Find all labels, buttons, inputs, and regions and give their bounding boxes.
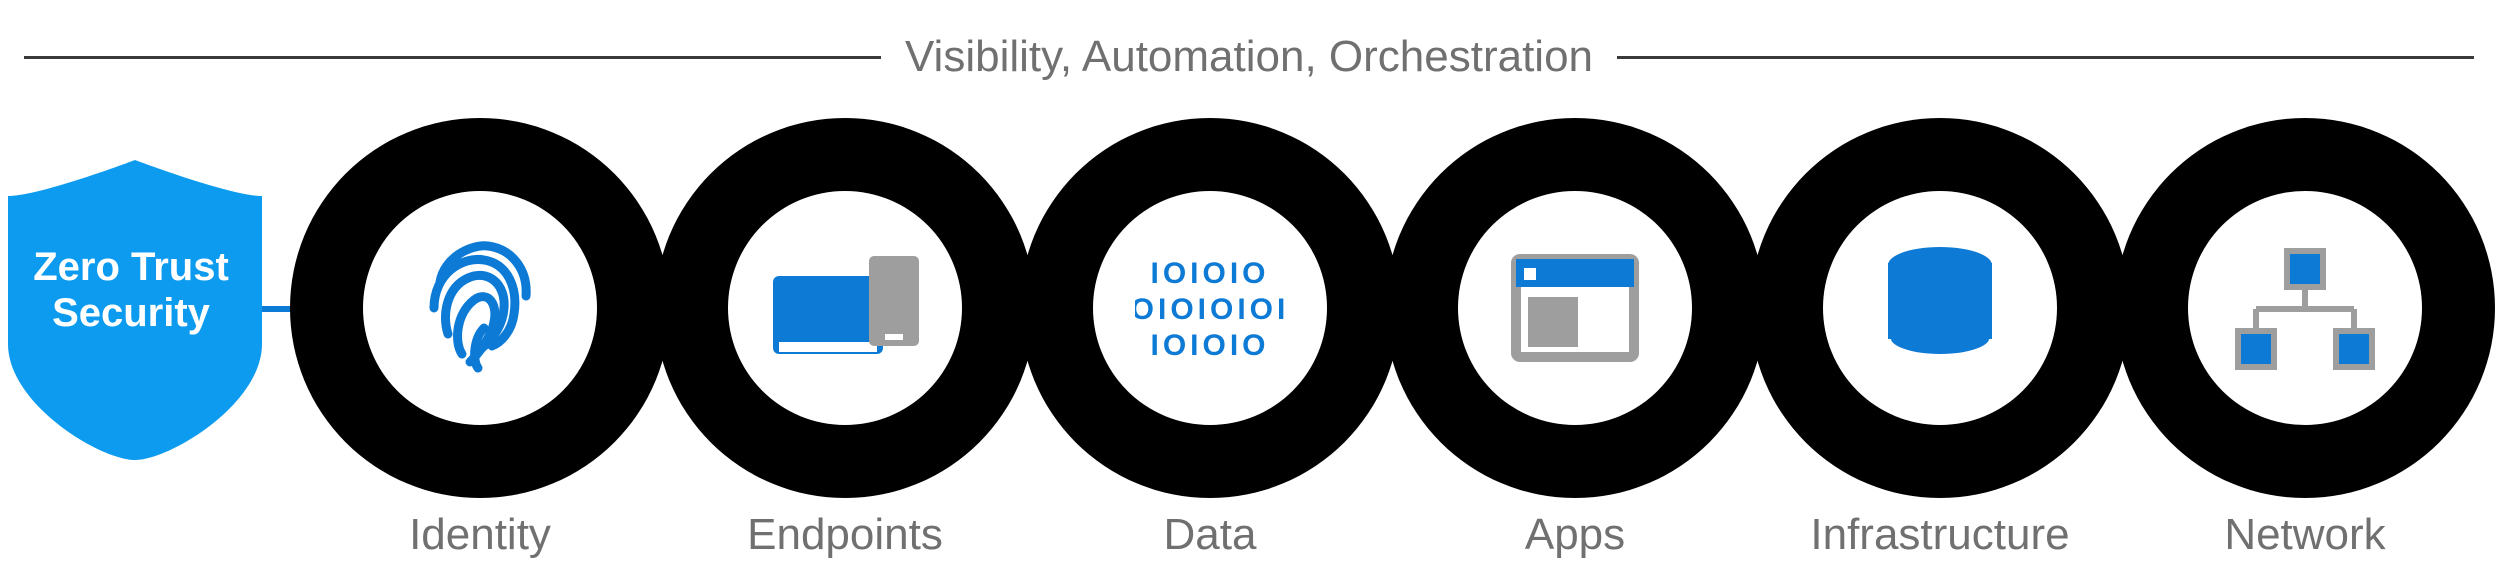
- pillar-identity: [290, 118, 670, 498]
- pillar-identity-inner: [363, 191, 597, 425]
- pillar-data-inner: IOIOIO OIOIOIOI IOIOIO: [1093, 191, 1327, 425]
- pillar-apps-inner: [1458, 191, 1692, 425]
- devices-icon: [765, 248, 925, 368]
- pillar-network-label: Network: [2115, 510, 2495, 560]
- pillar-network-inner: [2188, 191, 2422, 425]
- shield-label: Zero Trust Security: [26, 244, 236, 336]
- pillar-data: IOIOIO OIOIOIOI IOIOIO: [1020, 118, 1400, 498]
- header-line-right: [1617, 56, 2474, 59]
- header-line-left: [24, 56, 881, 59]
- pillar-apps: [1385, 118, 1765, 498]
- pillar-infrastructure-label: Infrastructure: [1750, 510, 2130, 560]
- header-title: Visibility, Automation, Orchestration: [905, 32, 1593, 82]
- fingerprint-icon: [420, 238, 540, 378]
- pillar-endpoints-inner: [728, 191, 962, 425]
- pillar-identity-label: Identity: [290, 510, 670, 560]
- pillar-apps-label: Apps: [1385, 510, 1765, 560]
- pillar-network: [2115, 118, 2495, 498]
- header-bar: Visibility, Automation, Orchestration: [24, 32, 2474, 82]
- database-icon: [1875, 243, 2005, 373]
- binary-icon: IOIOIO OIOIOIOI IOIOIO: [1135, 253, 1285, 363]
- svg-text:OIOIOIOI: OIOIOIOI: [1135, 293, 1285, 326]
- svg-text:IOIOIO: IOIOIO: [1150, 257, 1269, 290]
- window-icon: [1510, 253, 1640, 363]
- pillar-infrastructure-inner: [1823, 191, 2057, 425]
- pillar-infrastructure: [1750, 118, 2130, 498]
- network-icon: [2230, 243, 2380, 373]
- pillar-endpoints: [655, 118, 1035, 498]
- svg-text:IOIOIO: IOIOIO: [1150, 329, 1269, 362]
- pillar-data-label: Data: [1020, 510, 1400, 560]
- pillar-endpoints-label: Endpoints: [655, 510, 1035, 560]
